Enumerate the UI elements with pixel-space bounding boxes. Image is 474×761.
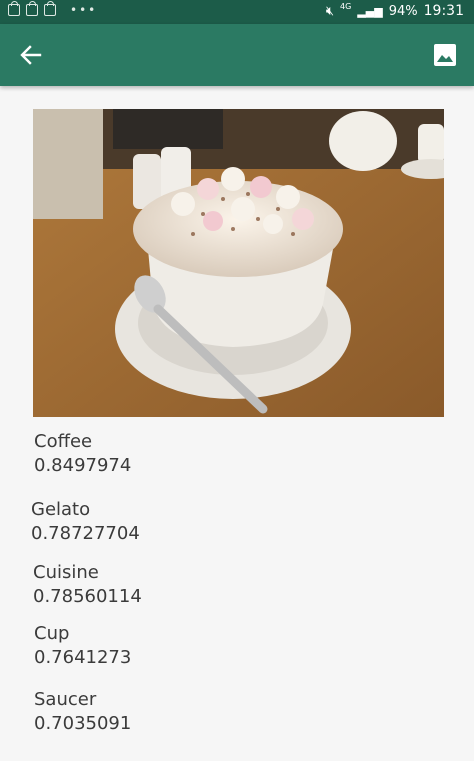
arrow-back-icon [20, 45, 42, 65]
result-score: 0.78727704 [31, 523, 140, 544]
battery-level: 94% [388, 3, 418, 19]
image-icon [434, 44, 456, 66]
result-item: Cup 0.7641273 [34, 622, 131, 670]
signal-icon: ▂▄▆ [357, 4, 383, 18]
shopping-bag-icon [8, 1, 20, 16]
notification-icons: ••• [8, 1, 98, 17]
result-score: 0.7035091 [34, 713, 132, 734]
result-item: Cuisine 0.78560114 [33, 561, 142, 609]
result-label: Gelato [31, 499, 91, 520]
app-toolbar [0, 24, 474, 86]
clock: 19:31 [423, 3, 464, 19]
more-dots-icon: ••• [70, 3, 98, 17]
result-label: Coffee [34, 431, 93, 452]
result-score: 0.8497974 [34, 455, 132, 476]
mute-icon: 🔇︎ [325, 3, 335, 19]
result-item: Gelato 0.78727704 [31, 498, 140, 546]
gallery-button[interactable] [430, 40, 460, 70]
result-item: Saucer 0.7035091 [34, 688, 131, 736]
result-label: Saucer [34, 689, 97, 710]
result-item: Coffee 0.8497974 [34, 430, 131, 478]
result-label: Cup [34, 623, 70, 644]
coffee-photo [33, 109, 444, 417]
status-bar: ••• 🔇︎ 4G ▂▄▆ 94% 19:31 [0, 0, 474, 24]
shopping-bag-icon [44, 1, 56, 16]
shopping-bag-icon [26, 1, 38, 16]
result-score: 0.78560114 [33, 586, 142, 607]
system-status: 🔇︎ 4G ▂▄▆ 94% 19:31 [325, 2, 464, 20]
analyzed-photo [33, 109, 444, 417]
result-score: 0.7641273 [34, 647, 132, 668]
network-type: 4G [340, 2, 352, 11]
result-label: Cuisine [33, 562, 99, 583]
back-button[interactable] [14, 38, 48, 72]
